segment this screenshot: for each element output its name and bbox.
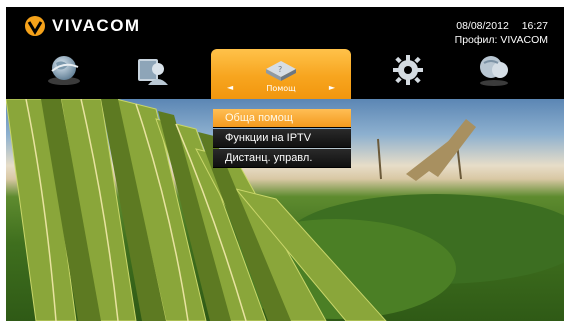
status-area: 08/08/2012 16:27 Профил: VIVACOM xyxy=(455,19,548,47)
top-bar: VIVACOM 08/08/2012 16:27 Профил: VIVACOM xyxy=(6,7,564,99)
nav-item-internet[interactable] xyxy=(46,53,82,87)
nav-next-arrow[interactable]: ► xyxy=(329,83,335,92)
time-text: 16:27 xyxy=(521,20,548,32)
vivacom-logo: VIVACOM xyxy=(24,13,141,39)
brand-name: VIVACOM xyxy=(52,16,141,35)
nav-item-settings[interactable] xyxy=(390,53,426,87)
date-text: 08/08/2012 xyxy=(456,20,509,32)
chat-globe-icon xyxy=(480,56,508,86)
vivacom-logo-mark-icon xyxy=(25,16,45,36)
menu-item-iptv-functions[interactable]: Функции на IPTV xyxy=(213,129,351,148)
globe-icon xyxy=(48,56,80,85)
nav-item-help[interactable]: ? ◄ Помощ ► xyxy=(211,49,351,99)
user-icon xyxy=(138,59,168,85)
help-submenu: Обща помощ Функции на IPTV Дистанц. упра… xyxy=(213,109,351,169)
svg-text:?: ? xyxy=(278,65,282,74)
nav-item-community[interactable] xyxy=(476,53,512,87)
help-book-icon: ? xyxy=(266,61,296,81)
gear-icon xyxy=(393,55,423,85)
nav-item-user[interactable] xyxy=(134,53,170,87)
menu-item-remote-control[interactable]: Дистанц. управл. xyxy=(213,149,351,168)
profile-text: Профил: VIVACOM xyxy=(454,34,548,46)
tv-screen: VIVACOM 08/08/2012 16:27 Профил: VIVACOM xyxy=(6,7,564,321)
menu-item-general-help[interactable]: Обща помощ xyxy=(213,109,351,128)
